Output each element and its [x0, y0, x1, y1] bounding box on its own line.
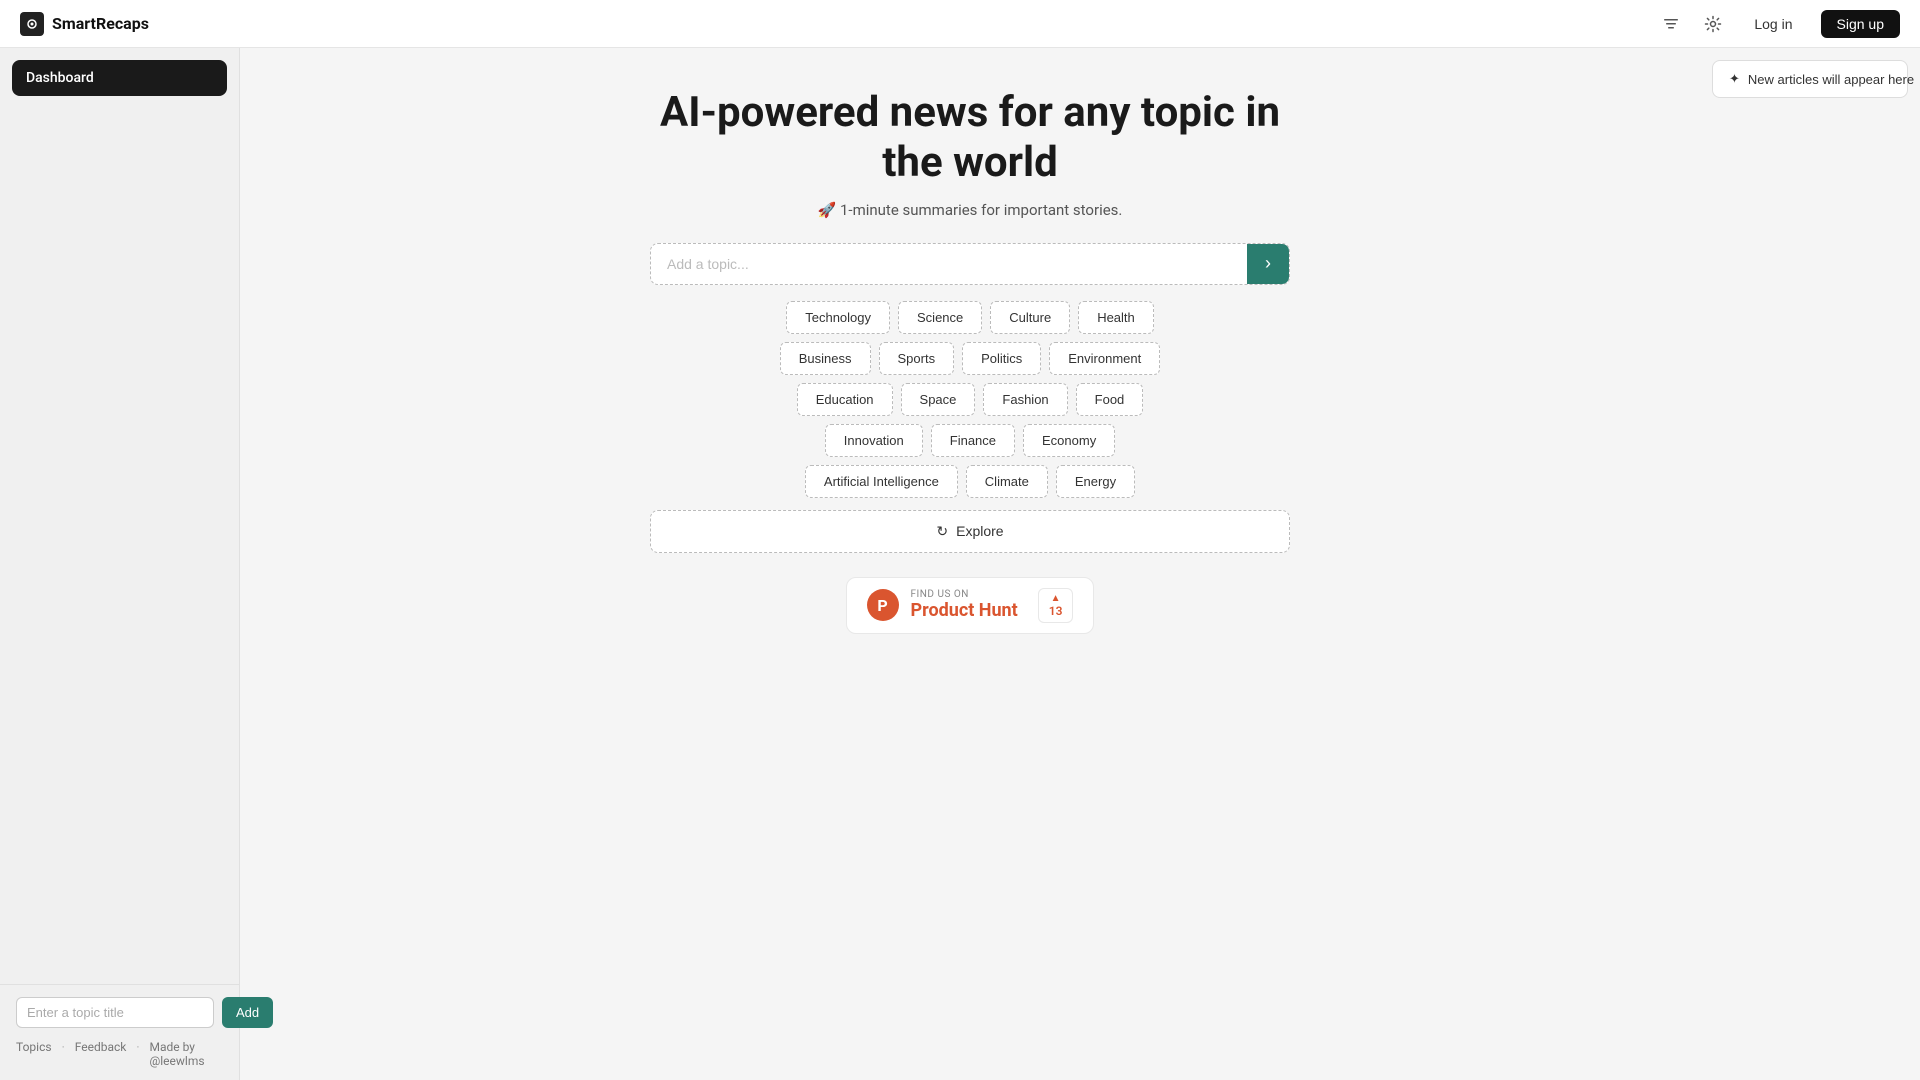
- center-panel: AI-powered news for any topic in the wor…: [650, 88, 1290, 634]
- logo-text: SmartRecaps: [52, 14, 149, 33]
- topic-tag[interactable]: Space: [901, 383, 976, 416]
- search-button[interactable]: ›: [1247, 244, 1289, 284]
- topic-tag[interactable]: Education: [797, 383, 893, 416]
- main-content: AI-powered news for any topic in the wor…: [240, 48, 1700, 1080]
- topic-input-area: Add: [16, 997, 223, 1028]
- topics-row: TechnologyScienceCultureHealth: [650, 301, 1290, 334]
- topic-tag[interactable]: Food: [1076, 383, 1144, 416]
- topics-row: InnovationFinanceEconomy: [650, 424, 1290, 457]
- right-panel: ✦ New articles will appear here: [1700, 48, 1920, 1080]
- hero-subtitle: 🚀 1-minute summaries for important stori…: [818, 201, 1123, 219]
- topic-tag[interactable]: Energy: [1056, 465, 1135, 498]
- new-articles-button[interactable]: ✦ New articles will appear here: [1712, 60, 1908, 98]
- topic-title-input[interactable]: [16, 997, 214, 1028]
- footer-dot-2: ·: [136, 1040, 139, 1068]
- new-articles-icon: ✦: [1729, 71, 1740, 87]
- arrow-right-icon: ›: [1265, 253, 1271, 274]
- filter-icon-button[interactable]: [1658, 11, 1684, 37]
- topic-tag[interactable]: Business: [780, 342, 871, 375]
- settings-icon-button[interactable]: [1700, 11, 1726, 37]
- logo-icon: [20, 12, 44, 36]
- footer-dot-1: ·: [62, 1040, 65, 1068]
- topic-tag[interactable]: Finance: [931, 424, 1015, 457]
- footer-feedback-link[interactable]: Feedback: [75, 1040, 127, 1068]
- topics-row: EducationSpaceFashion Food: [650, 383, 1290, 416]
- layout: Dashboard Add Topics · Feedback · Made b…: [0, 0, 1920, 1080]
- ph-upvote-badge[interactable]: ▲ 13: [1038, 588, 1074, 623]
- topic-tag[interactable]: Politics: [962, 342, 1041, 375]
- settings-icon: [1704, 15, 1722, 33]
- sidebar-top: Dashboard: [0, 48, 239, 108]
- topic-tag[interactable]: Science: [898, 301, 982, 334]
- topics-row: Artificial IntelligenceClimateEnergy: [650, 465, 1290, 498]
- sidebar-bottom: Add Topics · Feedback · Made by @leewlms: [0, 984, 239, 1080]
- ph-upvote-count: 13: [1049, 604, 1063, 618]
- sidebar-item-dashboard[interactable]: Dashboard: [12, 60, 227, 96]
- product-hunt-logo: P: [867, 589, 899, 621]
- sidebar: Dashboard Add Topics · Feedback · Made b…: [0, 48, 240, 1080]
- topic-tag[interactable]: Environment: [1049, 342, 1160, 375]
- product-hunt-badge[interactable]: P FIND US ON Product Hunt ▲ 13: [846, 577, 1095, 634]
- hero-title: AI-powered news for any topic in the wor…: [650, 88, 1290, 189]
- header-actions: Log in Sign up: [1658, 10, 1900, 38]
- ph-upvote-arrow: ▲: [1051, 593, 1061, 604]
- ph-find-label: FIND US ON: [911, 589, 1018, 600]
- topic-tag[interactable]: Climate: [966, 465, 1048, 498]
- logo: SmartRecaps: [20, 12, 149, 36]
- login-button[interactable]: Log in: [1742, 10, 1804, 38]
- topics-row: BusinessSportsPoliticsEnvironment: [650, 342, 1290, 375]
- filter-icon: [1662, 15, 1680, 33]
- topic-tag[interactable]: Economy: [1023, 424, 1115, 457]
- search-bar: ›: [650, 243, 1290, 285]
- topic-tag[interactable]: Innovation: [825, 424, 923, 457]
- topic-tag[interactable]: Health: [1078, 301, 1154, 334]
- explore-label: Explore: [956, 523, 1003, 539]
- new-articles-label: New articles will appear here: [1748, 72, 1914, 87]
- header: SmartRecaps Log in Sign up: [0, 0, 1920, 48]
- signup-button[interactable]: Sign up: [1821, 10, 1900, 38]
- footer-madeby-link[interactable]: Made by @leewlms: [149, 1040, 223, 1068]
- explore-icon: ↻: [936, 523, 948, 540]
- topic-tag[interactable]: Culture: [990, 301, 1070, 334]
- topic-tag[interactable]: Fashion: [983, 383, 1067, 416]
- ph-name-label: Product Hunt: [911, 600, 1018, 621]
- topic-tag[interactable]: Artificial Intelligence: [805, 465, 958, 498]
- topic-tag[interactable]: Sports: [879, 342, 955, 375]
- topics-grid: TechnologyScienceCultureHealthBusinessSp…: [650, 301, 1290, 498]
- product-hunt-text: FIND US ON Product Hunt: [911, 589, 1018, 621]
- footer-links: Topics · Feedback · Made by @leewlms: [16, 1040, 223, 1068]
- search-input[interactable]: [651, 244, 1247, 284]
- footer-topics-link[interactable]: Topics: [16, 1040, 52, 1068]
- explore-button[interactable]: ↻ Explore: [650, 510, 1290, 553]
- topic-tag[interactable]: Technology: [786, 301, 890, 334]
